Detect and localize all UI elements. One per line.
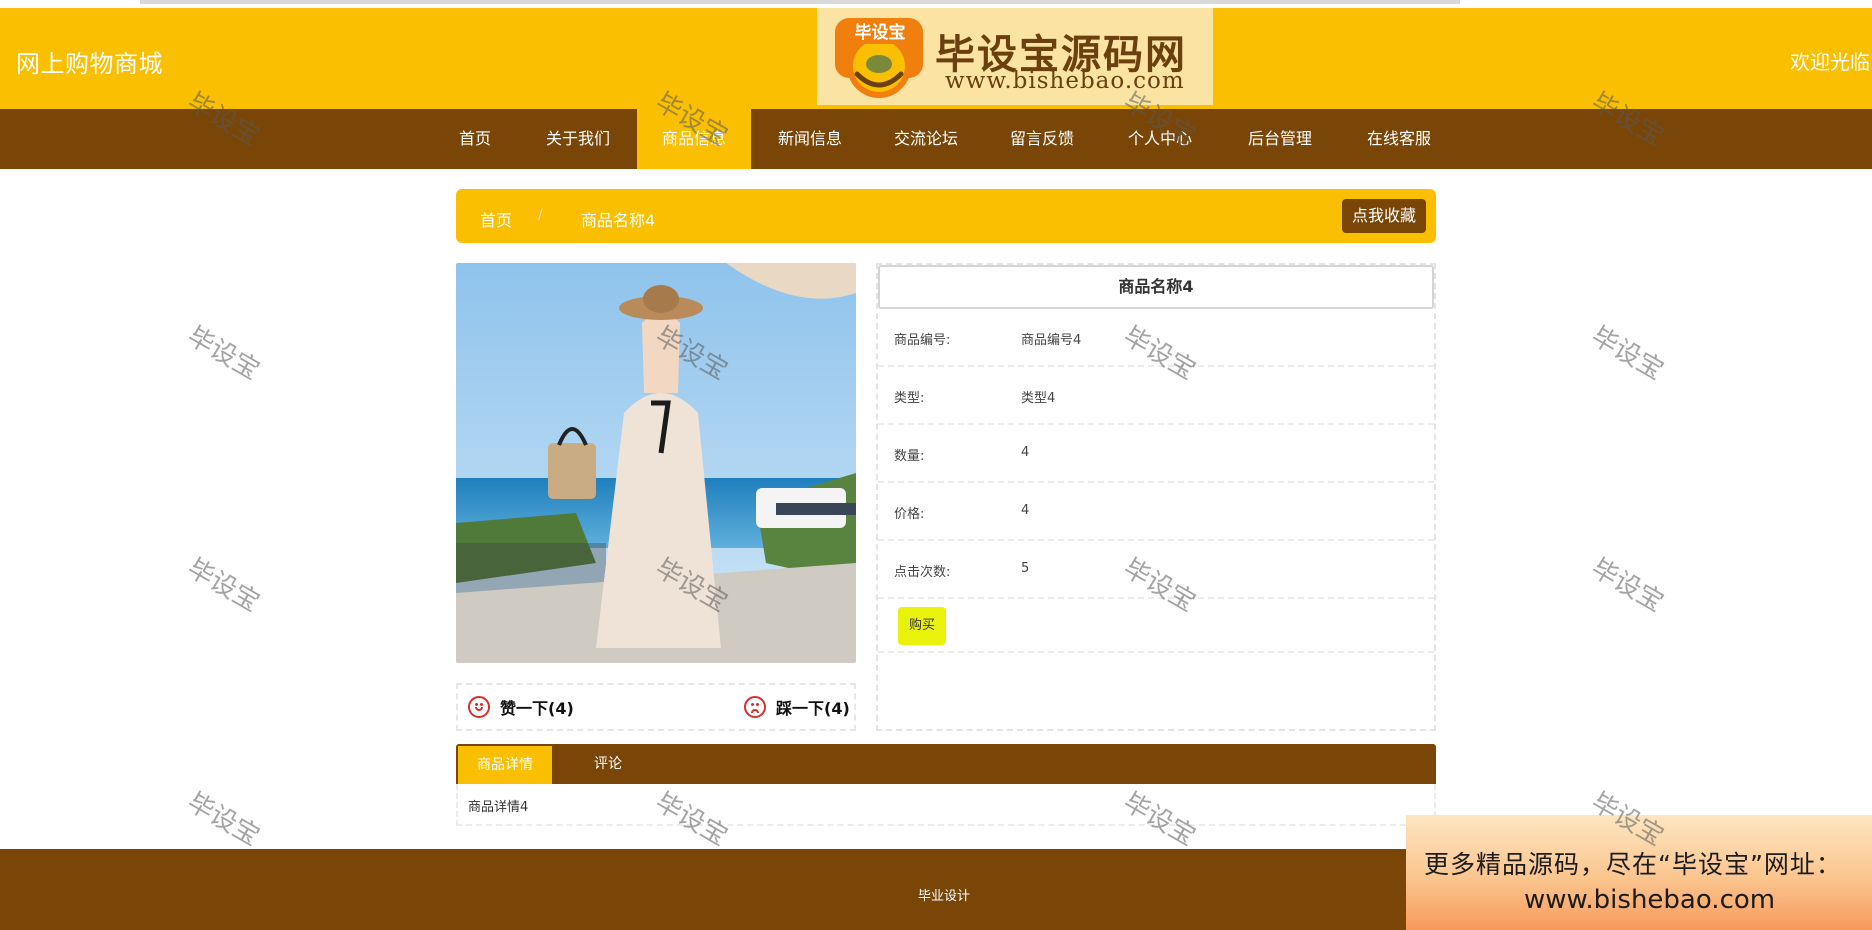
info-value: 4 <box>1021 503 1030 518</box>
info-key: 数量: <box>894 449 925 464</box>
info-row: 点击次数: 5 <box>878 541 1434 599</box>
footer-text: 毕业设计 <box>918 889 971 904</box>
watermark: 毕设宝 <box>182 787 265 853</box>
nav-item-feedback[interactable]: 留言反馈 <box>1005 109 1079 169</box>
info-value: 商品编号4 <box>1021 333 1082 348</box>
buy-row: 购买 <box>878 601 1434 653</box>
buy-button[interactable]: 购买 <box>898 607 946 645</box>
product-name: 商品名称4 <box>878 265 1434 309</box>
top-edge <box>0 0 1872 8</box>
watermark: 毕设宝 <box>1586 321 1669 387</box>
site-title[interactable]: 网上购物商城 <box>16 44 163 79</box>
product-detail-text: 商品详情4 <box>468 800 529 815</box>
info-row: 数量: 4 <box>878 425 1434 483</box>
nav-item-forum[interactable]: 交流论坛 <box>889 109 963 169</box>
promo-line-1: 更多精品源码，尽在“毕设宝”网址： <box>1424 850 1842 879</box>
logo-url: www.bishebao.com <box>945 68 1185 94</box>
detail-tabs: 商品详情 评论 <box>456 744 1436 784</box>
info-key: 价格: <box>894 507 925 522</box>
smile-icon <box>468 696 490 718</box>
logo-badge-text: 毕设宝 <box>854 23 906 43</box>
info-row: 类型: 类型4 <box>878 367 1434 425</box>
main-nav: 首页 关于我们 商品信息 新闻信息 交流论坛 留言反馈 个人中心 后台管理 在线… <box>0 109 1872 169</box>
product-photo <box>456 263 856 663</box>
nav-item-home[interactable]: 首页 <box>451 109 499 169</box>
tab-comments[interactable]: 评论 <box>572 744 644 784</box>
browser-shadow <box>140 0 1460 4</box>
tab-details[interactable]: 商品详情 <box>458 746 552 784</box>
dislike-button[interactable]: 踩一下(4) <box>744 695 850 719</box>
site-header: 网上购物商城 毕设宝 毕设宝源码网 www.bishebao.com 欢迎光临 <box>0 8 1872 109</box>
breadcrumb-separator: / <box>538 207 543 223</box>
info-value: 类型4 <box>1021 391 1056 406</box>
breadcrumb: 首页 / 商品名称4 点我收藏 <box>456 189 1436 243</box>
tab-content: 商品详情4 <box>456 784 1436 826</box>
watermark: 毕设宝 <box>182 321 265 387</box>
breadcrumb-home[interactable]: 首页 <box>480 207 512 231</box>
logo-banner[interactable]: 毕设宝 毕设宝源码网 www.bishebao.com <box>817 8 1213 105</box>
vote-bar: 赞一下(4) 踩一下(4) <box>456 683 856 731</box>
welcome-text: 欢迎光临 <box>1790 50 1870 74</box>
info-row: 价格: 4 <box>878 483 1434 541</box>
watermark: 毕设宝 <box>182 553 265 619</box>
info-key: 点击次数: <box>894 565 951 580</box>
nav-item-admin[interactable]: 后台管理 <box>1243 109 1317 169</box>
like-button[interactable]: 赞一下(4) <box>468 695 574 719</box>
nav-item-about[interactable]: 关于我们 <box>541 109 615 169</box>
like-label: 赞一下(4) <box>500 699 574 718</box>
nav-item-profile[interactable]: 个人中心 <box>1123 109 1197 169</box>
product-image <box>456 263 856 663</box>
favorite-button[interactable]: 点我收藏 <box>1341 199 1426 233</box>
info-key: 类型: <box>894 391 925 406</box>
breadcrumb-current: 商品名称4 <box>581 211 656 230</box>
dislike-label: 踩一下(4) <box>776 699 850 718</box>
info-value: 4 <box>1021 445 1030 460</box>
promo-banner[interactable]: 更多精品源码，尽在“毕设宝”网址： www.bishebao.com <box>1406 815 1872 930</box>
product-info-panel: 商品名称4 商品编号: 商品编号4 类型: 类型4 数量: 4 价格: 4 点击… <box>876 263 1436 731</box>
promo-line-2: www.bishebao.com <box>1524 885 1776 915</box>
nav-item-products[interactable]: 商品信息 <box>637 109 751 169</box>
info-row: 商品编号: 商品编号4 <box>878 309 1434 367</box>
nav-item-service[interactable]: 在线客服 <box>1362 109 1436 169</box>
watermark: 毕设宝 <box>1586 553 1669 619</box>
frown-icon <box>744 696 766 718</box>
info-key: 商品编号: <box>894 333 951 348</box>
nav-item-news[interactable]: 新闻信息 <box>773 109 847 169</box>
info-value: 5 <box>1021 561 1030 576</box>
